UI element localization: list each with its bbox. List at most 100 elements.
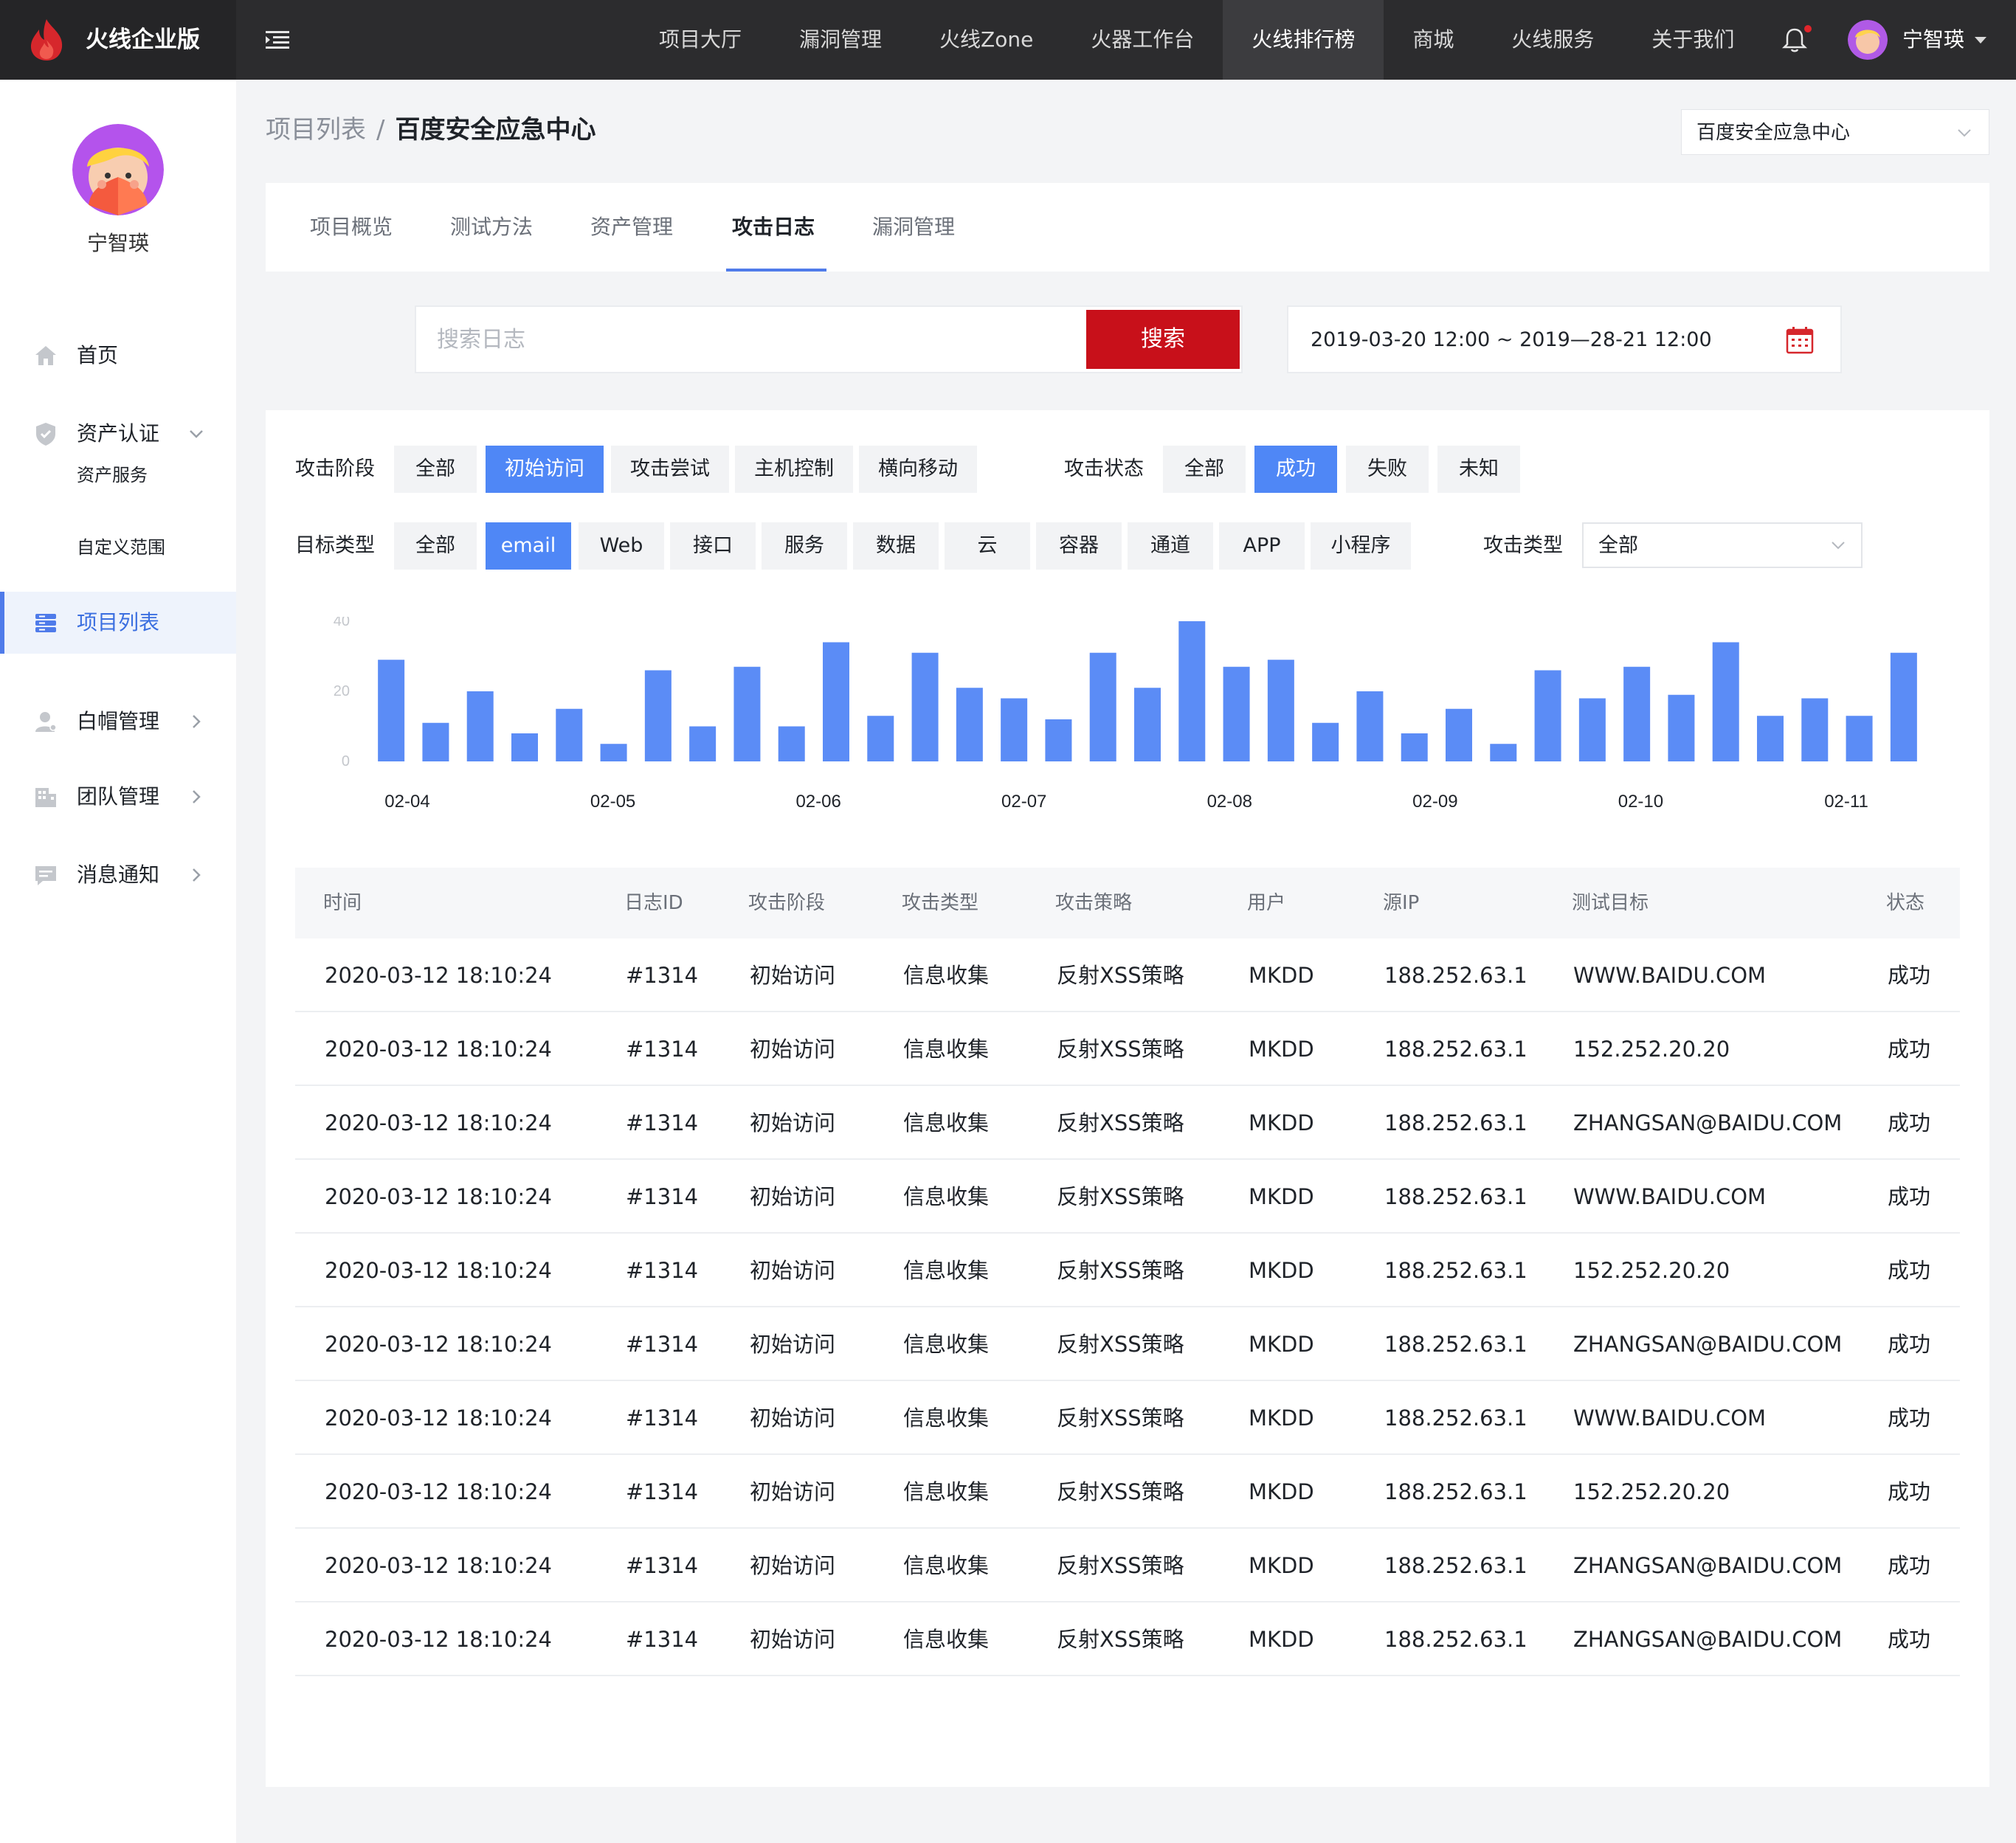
table-row[interactable]: 2020-03-12 18:10:24 #1314 初始访问 信息收集 反射XSS策略 M… xyxy=(295,1307,1960,1381)
chart-bar[interactable] xyxy=(556,708,583,761)
tab-vuln-manage[interactable]: 漏洞管理 xyxy=(872,211,955,243)
search-input[interactable] xyxy=(437,320,1071,359)
chart-bar[interactable] xyxy=(1757,716,1784,761)
chart-bar[interactable] xyxy=(1846,716,1873,761)
chip-target-miniprogram[interactable]: 小程序 xyxy=(1311,522,1411,570)
chip-target-app[interactable]: APP xyxy=(1219,522,1305,570)
chip-target-api[interactable]: 接口 xyxy=(670,522,756,570)
chart-bar[interactable] xyxy=(956,688,983,761)
chart-bar[interactable] xyxy=(600,744,627,761)
chart-bar[interactable] xyxy=(1401,733,1428,761)
chart-bar[interactable] xyxy=(1801,698,1829,762)
chart-bar[interactable] xyxy=(1668,694,1695,761)
chart-bar[interactable] xyxy=(1312,722,1339,761)
chart-bar[interactable] xyxy=(733,666,761,761)
chart-bar[interactable] xyxy=(1578,698,1606,762)
chart-bar[interactable] xyxy=(689,726,717,762)
sidebar-item-team[interactable]: 团队管理 xyxy=(0,766,236,828)
chart-bar[interactable] xyxy=(644,670,672,762)
chip-stage-host-control[interactable]: 主机控制 xyxy=(735,446,853,493)
chart-bar[interactable] xyxy=(1267,660,1294,761)
sidebar-item-whitehat[interactable]: 白帽管理 xyxy=(0,691,236,753)
table-row[interactable]: 2020-03-12 18:10:24 #1314 初始访问 信息收集 反射XSS策略 M… xyxy=(295,1381,1960,1455)
chip-target-cloud[interactable]: 云 xyxy=(945,522,1030,570)
sidebar-item-project-list[interactable]: 项目列表 xyxy=(0,592,236,654)
nav-item-vuln-manage[interactable]: 漏洞管理 xyxy=(770,0,911,80)
chart-bar[interactable] xyxy=(1356,691,1384,761)
menu-collapse-icon[interactable] xyxy=(263,25,292,55)
nav-item-service[interactable]: 火线服务 xyxy=(1482,0,1623,80)
table-row[interactable]: 2020-03-12 18:10:24 #1314 初始访问 信息收集 反射XSS策略 M… xyxy=(295,1012,1960,1086)
chart-bar[interactable] xyxy=(1446,708,1472,761)
cell-status: 成功 xyxy=(1888,1627,1931,1652)
chip-target-web[interactable]: Web xyxy=(579,522,664,570)
chart-bar[interactable] xyxy=(1134,688,1161,761)
chip-target-container[interactable]: 容器 xyxy=(1036,522,1122,570)
sidebar-subitem-asset-service[interactable]: 资产服务 xyxy=(77,460,148,490)
nav-item-leaderboard[interactable]: 火线排行榜 xyxy=(1223,0,1384,80)
tab-attack-log[interactable]: 攻击日志 xyxy=(732,211,815,243)
chart-bar[interactable] xyxy=(1623,666,1651,761)
chart-bar[interactable] xyxy=(466,691,494,761)
chart-bar[interactable] xyxy=(511,733,538,761)
table-row[interactable]: 2020-03-12 18:10:24 #1314 初始访问 信息收集 反射XSS策略 M… xyxy=(295,1086,1960,1160)
chart-bar[interactable] xyxy=(1089,652,1116,761)
chart-bar[interactable] xyxy=(1223,666,1250,761)
chart-bar[interactable] xyxy=(1045,719,1072,761)
sidebar-item-notify[interactable]: 消息通知 xyxy=(0,844,236,906)
cell-attack-type: 信息收集 xyxy=(903,1110,990,1135)
chart-bar[interactable] xyxy=(1534,670,1561,762)
chip-target-all[interactable]: 全部 xyxy=(394,522,477,570)
nav-item-shop[interactable]: 商城 xyxy=(1384,0,1482,80)
table-row[interactable]: 2020-03-12 18:10:24 #1314 初始访问 信息收集 反射XSS策略 M… xyxy=(295,1455,1960,1529)
table-row[interactable]: 2020-03-12 18:10:24 #1314 初始访问 信息收集 反射XSS策略 M… xyxy=(295,938,1960,1012)
cell-strategy: 反射XSS策略 xyxy=(1057,1110,1184,1135)
chart-bar[interactable] xyxy=(778,726,805,762)
table-row[interactable]: 2020-03-12 18:10:24 #1314 初始访问 信息收集 反射XSS策略 M… xyxy=(295,1602,1960,1676)
nav-item-workbench[interactable]: 火器工作台 xyxy=(1062,0,1223,80)
chip-stage-attempt[interactable]: 攻击尝试 xyxy=(611,446,729,493)
chart-bar[interactable] xyxy=(867,716,894,761)
top-username[interactable]: 宁智瑛 xyxy=(1902,24,1964,56)
brand[interactable]: 火线企业版 xyxy=(0,0,236,80)
sidebar-subitem-custom-scope[interactable]: 自定义范围 xyxy=(77,533,165,562)
chip-status-all[interactable]: 全部 xyxy=(1163,446,1246,493)
chart-bar[interactable] xyxy=(422,722,449,761)
chip-stage-initial-access[interactable]: 初始访问 xyxy=(486,446,604,493)
project-select[interactable]: 百度安全应急中心 xyxy=(1681,109,1989,155)
chart-bar[interactable] xyxy=(911,652,939,761)
tab-test-method[interactable]: 测试方法 xyxy=(450,211,533,243)
tab-overview[interactable]: 项目概览 xyxy=(310,211,393,243)
chip-status-unknown[interactable]: 未知 xyxy=(1437,446,1520,493)
nav-item-project-hall[interactable]: 项目大厅 xyxy=(630,0,770,80)
sidebar-item-home[interactable]: 首页 xyxy=(0,325,236,387)
chip-target-service[interactable]: 服务 xyxy=(762,522,847,570)
chip-status-fail[interactable]: 失败 xyxy=(1346,446,1429,493)
user-avatar[interactable] xyxy=(1848,20,1888,60)
chart-bar[interactable] xyxy=(378,660,405,761)
chart-bar[interactable] xyxy=(1890,652,1917,761)
attack-type-select[interactable]: 全部 xyxy=(1582,522,1863,568)
chip-stage-all[interactable]: 全部 xyxy=(394,446,477,493)
chart-bar[interactable] xyxy=(1001,698,1028,762)
user-caret-icon[interactable] xyxy=(1975,37,1986,44)
chart-bar[interactable] xyxy=(823,642,849,762)
nav-item-about[interactable]: 关于我们 xyxy=(1623,0,1763,80)
breadcrumb-parent[interactable]: 项目列表 xyxy=(266,115,366,145)
nav-item-zone[interactable]: 火线Zone xyxy=(911,0,1062,80)
table-row[interactable]: 2020-03-12 18:10:24 #1314 初始访问 信息收集 反射XSS策略 M… xyxy=(295,1234,1960,1307)
chart-bar[interactable] xyxy=(1712,642,1739,762)
chip-target-data[interactable]: 数据 xyxy=(853,522,939,570)
chip-stage-lateral[interactable]: 横向移动 xyxy=(859,446,977,493)
search-button[interactable]: 搜索 xyxy=(1086,310,1240,369)
chip-target-email[interactable]: email xyxy=(486,522,571,570)
sidebar-item-asset-cert[interactable]: 资产认证 xyxy=(0,403,236,465)
date-range-picker[interactable]: 2019-03-20 12:00 ~ 2019—28-21 12:00 xyxy=(1287,305,1842,373)
tab-asset-manage[interactable]: 资产管理 xyxy=(590,211,673,243)
chart-bar[interactable] xyxy=(1490,744,1517,761)
table-row[interactable]: 2020-03-12 18:10:24 #1314 初始访问 信息收集 反射XSS策略 M… xyxy=(295,1160,1960,1234)
table-row[interactable]: 2020-03-12 18:10:24 #1314 初始访问 信息收集 反射XSS策略 M… xyxy=(295,1529,1960,1602)
chip-target-channel[interactable]: 通道 xyxy=(1128,522,1213,570)
chip-status-success[interactable]: 成功 xyxy=(1254,446,1337,493)
chart-bar[interactable] xyxy=(1178,621,1206,761)
